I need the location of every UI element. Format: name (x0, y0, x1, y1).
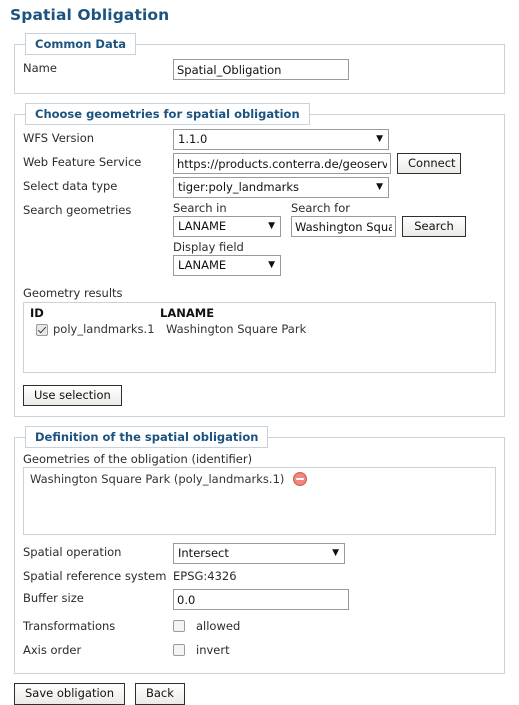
results-column-laname: LANAME (160, 306, 215, 321)
search-button[interactable]: Search (402, 216, 466, 238)
results-cell-laname: Washington Square Park (166, 322, 307, 337)
axis-order-option-label: invert (196, 643, 230, 658)
definition-panel: Definition of the spatial obligation Geo… (14, 426, 505, 675)
remove-circle-icon[interactable] (293, 472, 308, 487)
transformations-checkbox[interactable] (173, 620, 185, 633)
search-for-input[interactable] (291, 216, 396, 238)
choose-geometries-legend: Choose geometries for spatial obligation (25, 103, 310, 125)
use-selection-button[interactable]: Use selection (23, 385, 122, 407)
spatial-operation-value: Intersect (178, 546, 229, 561)
wfs-version-select[interactable]: 1.1.0 ▼ (173, 129, 389, 150)
chevron-down-icon: ▼ (268, 221, 275, 232)
back-button[interactable]: Back (135, 683, 185, 705)
spatial-reference-label: Spatial reference system (23, 569, 167, 584)
common-data-panel: Common Data Name (14, 33, 505, 94)
web-feature-service-row: Web Feature Service Connect (23, 153, 496, 175)
table-row[interactable]: poly_landmarks.1 Washington Square Park (30, 322, 489, 336)
buffer-size-label: Buffer size (23, 591, 84, 606)
obligation-geometry-text: Washington Square Park (poly_landmarks.1… (30, 472, 285, 487)
search-in-group: Search in LANAME ▼ Display field LANAME … (173, 201, 281, 277)
wfs-version-value: 1.1.0 (178, 131, 208, 146)
search-geometries-row: Search geometries Search in LANAME ▼ Dis… (23, 201, 496, 277)
chevron-down-icon: ▼ (268, 260, 275, 271)
geometries-of-obligation-label: Geometries of the obligation (identifier… (23, 452, 253, 467)
spatial-reference-value: EPSG:4326 (173, 569, 237, 584)
axis-order-row: Axis order invert (23, 641, 496, 660)
footer-actions: Save obligation Back (14, 683, 519, 705)
buffer-size-row: Buffer size (23, 589, 496, 611)
search-for-label: Search for (291, 201, 350, 216)
select-data-type-row: Select data type tiger:poly_landmarks ▼ (23, 177, 496, 199)
results-id-text: poly_landmarks.1 (53, 322, 155, 337)
transformations-label: Transformations (23, 619, 116, 634)
search-in-value: LANAME (178, 218, 227, 233)
geometry-results-group: Geometry results ID LANAME poly_landmark… (23, 286, 496, 374)
select-data-type-value: tiger:poly_landmarks (178, 179, 300, 194)
geometry-results-box[interactable]: ID LANAME poly_landmarks.1 Washington Sq… (23, 302, 496, 374)
definition-legend: Definition of the spatial obligation (25, 426, 269, 449)
transformations-option-label: allowed (196, 619, 241, 634)
select-data-type-label: Select data type (23, 179, 118, 194)
wfs-version-label: WFS Version (23, 131, 95, 145)
wfs-version-row: WFS Version 1.1.0 ▼ (23, 129, 496, 150)
search-geometries-label: Search geometries (23, 203, 132, 218)
name-row: Name (23, 59, 496, 80)
save-obligation-button[interactable]: Save obligation (14, 683, 125, 705)
geometry-results-label: Geometry results (23, 286, 123, 301)
results-column-id: ID (30, 306, 44, 321)
results-header-row: ID LANAME (30, 306, 489, 322)
axis-order-label: Axis order (23, 643, 82, 658)
obligation-geometries-box: Washington Square Park (poly_landmarks.1… (23, 467, 496, 536)
common-data-legend: Common Data (25, 33, 136, 55)
spatial-reference-row: Spatial reference system EPSG:4326 (23, 567, 496, 586)
chevron-down-icon: ▼ (376, 182, 383, 193)
connect-button[interactable]: Connect (397, 153, 461, 175)
chevron-down-icon: ▼ (376, 134, 383, 144)
result-row-checkbox[interactable] (36, 323, 48, 336)
display-field-label: Display field (173, 240, 244, 255)
axis-order-checkbox[interactable] (173, 644, 185, 657)
search-in-label: Search in (173, 201, 227, 216)
chevron-down-icon: ▼ (332, 548, 339, 559)
results-cell-id: poly_landmarks.1 (30, 322, 166, 336)
transformations-row: Transformations allowed (23, 617, 496, 636)
spatial-operation-row: Spatial operation Intersect ▼ (23, 543, 496, 565)
name-label: Name (23, 61, 57, 75)
list-item: Washington Square Park (poly_landmarks.1… (30, 472, 489, 487)
spatial-operation-label: Spatial operation (23, 545, 122, 560)
use-selection-group: Use selection (23, 385, 496, 407)
choose-geometries-panel: Choose geometries for spatial obligation… (14, 103, 505, 418)
display-field-value: LANAME (178, 257, 227, 272)
name-input[interactable] (173, 59, 349, 80)
web-feature-service-label: Web Feature Service (23, 155, 142, 169)
web-feature-service-input[interactable] (173, 153, 391, 174)
select-data-type-select[interactable]: tiger:poly_landmarks ▼ (173, 177, 389, 199)
page-title: Spatial Obligation (10, 6, 170, 24)
buffer-size-input[interactable] (173, 589, 349, 611)
display-field-select[interactable]: LANAME ▼ (173, 255, 281, 277)
search-for-group: Search for Search (291, 201, 466, 238)
spatial-operation-select[interactable]: Intersect ▼ (173, 543, 345, 565)
search-in-select[interactable]: LANAME ▼ (173, 216, 281, 238)
